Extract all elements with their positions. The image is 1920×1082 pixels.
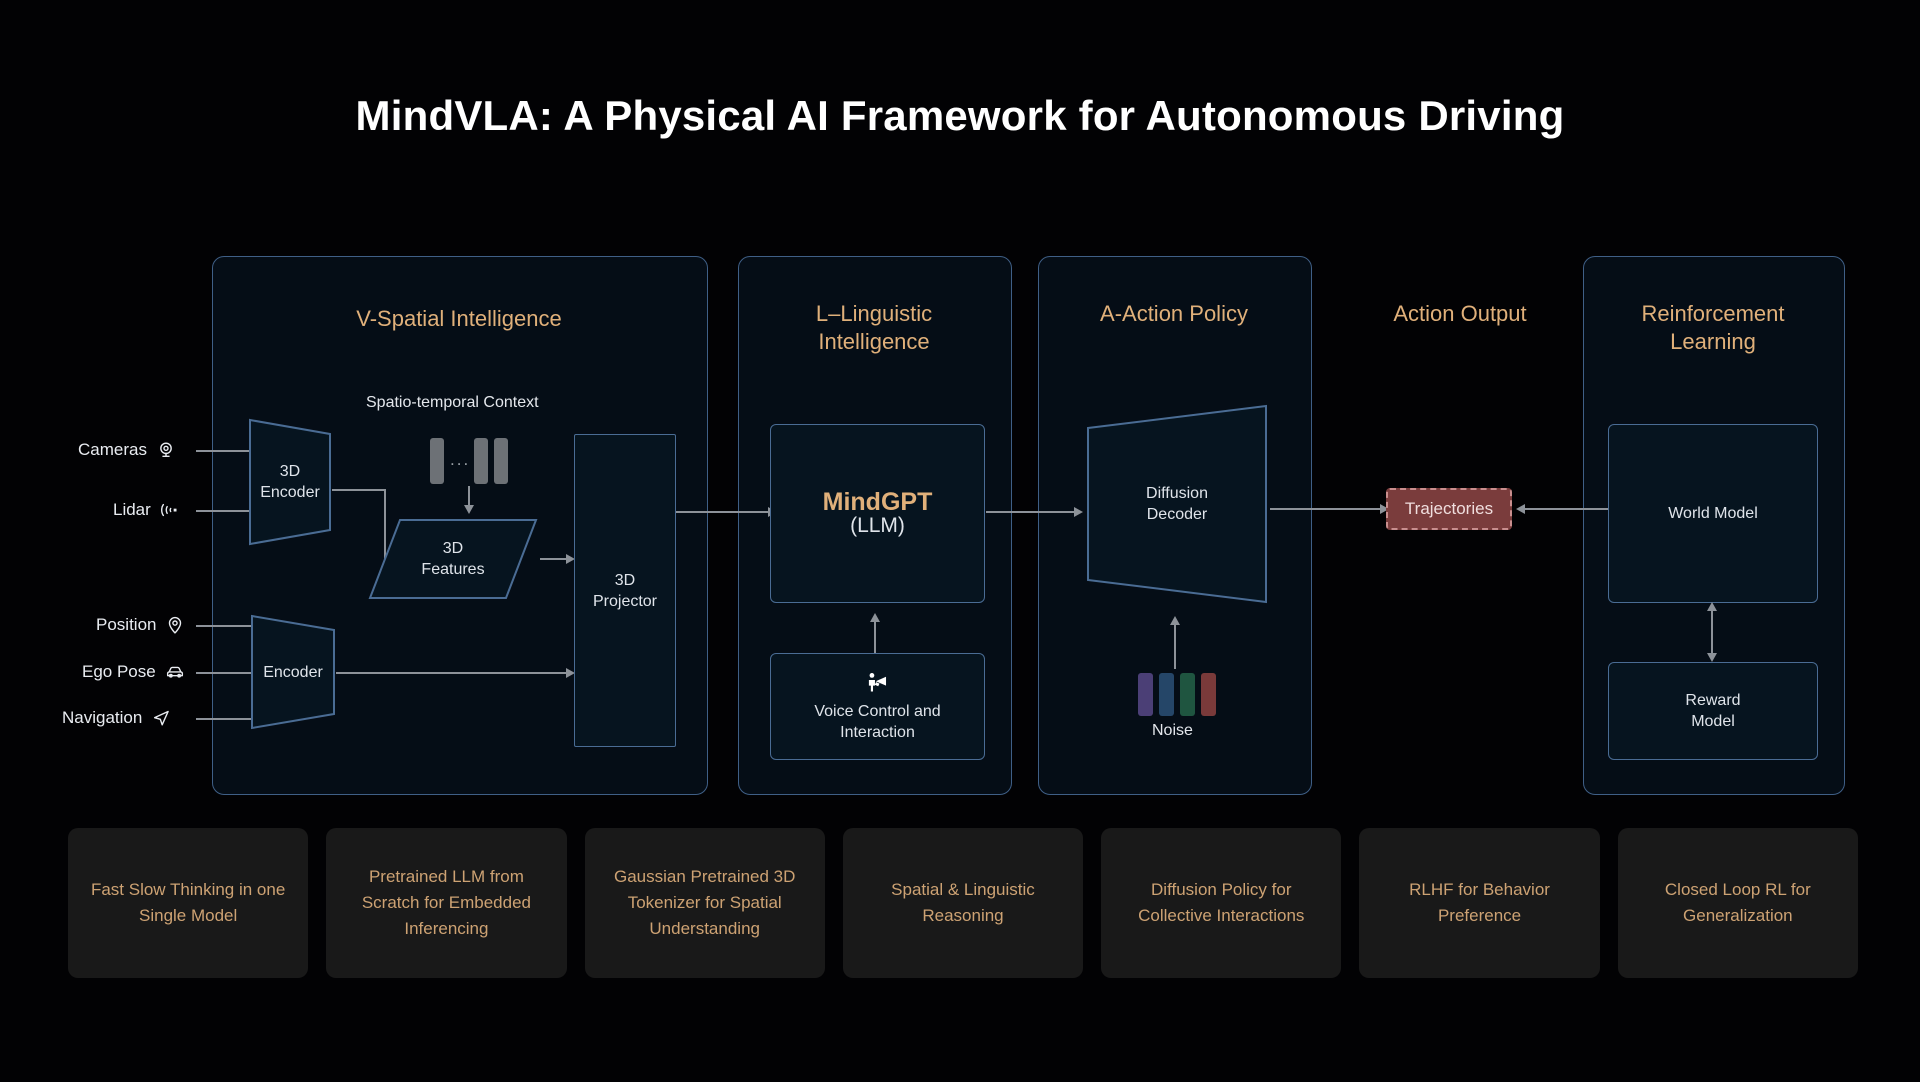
map-pin-icon xyxy=(169,616,182,634)
arrowhead-mindgpt-to-diffusion xyxy=(1074,506,1083,517)
feature-card[interactable]: Gaussian Pretrained 3D Tokenizer for Spa… xyxy=(584,828,825,978)
line-voice-to-mindgpt xyxy=(874,622,876,654)
reward-model-line1: Reward xyxy=(1685,692,1741,709)
car-icon xyxy=(166,666,183,678)
voice-control-label: Voice Control and Interaction xyxy=(814,701,940,743)
noise-bar-1 xyxy=(1138,673,1153,716)
line-diffusion-to-trajectories xyxy=(1270,508,1382,510)
label-noise: Noise xyxy=(1152,722,1193,739)
arrowhead-reward-to-world xyxy=(1706,602,1717,611)
node-diffusion-decoder: Diffusion Decoder xyxy=(1086,404,1268,604)
input-label-position: Position xyxy=(96,615,185,635)
node-3d-projector: 3D Projector xyxy=(574,434,676,747)
context-token-bar-1 xyxy=(430,438,444,484)
noise-bar-2 xyxy=(1159,673,1174,716)
feature-card[interactable]: Closed Loop RL for Generalization xyxy=(1617,828,1858,978)
reward-model-line2: Model xyxy=(1691,713,1735,730)
3d-encoder-label: 3D Encoder xyxy=(260,461,320,503)
feature-card-list: Fast Slow Thinking in one Single Model P… xyxy=(68,828,1858,978)
noise-bar-3 xyxy=(1180,673,1195,716)
panel-title-rl-line2: Learning xyxy=(1670,329,1756,354)
node-3d-encoder: 3D Encoder xyxy=(248,418,332,546)
node-mindgpt: MindGPT (LLM) xyxy=(770,424,985,603)
arrow-position-to-encoder xyxy=(196,625,258,627)
diagram-canvas: MindVLA: A Physical AI Framework for Aut… xyxy=(0,0,1920,1082)
3d-projector-line1: 3D xyxy=(614,571,636,589)
panel-title-action-output: Action Output xyxy=(1393,301,1527,326)
panel-title-a-action: A-Action Policy xyxy=(1100,301,1248,326)
line-noise-to-diffusion xyxy=(1174,625,1176,669)
arrowhead-context-to-features xyxy=(463,505,474,514)
context-token-bar-3 xyxy=(494,438,508,484)
lidar-icon xyxy=(160,503,177,517)
arrow-ego-pose-to-encoder xyxy=(196,672,258,674)
diffusion-decoder-line1: Diffusion xyxy=(1146,485,1208,502)
feature-card[interactable]: RLHF for Behavior Preference xyxy=(1359,828,1600,978)
diffusion-decoder-label: Diffusion Decoder xyxy=(1146,483,1208,525)
3d-features-line1: 3D xyxy=(442,540,464,557)
input-lidar-text: Lidar xyxy=(113,500,151,519)
input-cameras-text: Cameras xyxy=(78,440,147,459)
navigation-arrow-icon xyxy=(154,710,170,726)
feature-card[interactable]: Spatial & Linguistic Reasoning xyxy=(842,828,1084,978)
line-projector-to-mindgpt xyxy=(676,511,770,513)
mindgpt-sublabel: (LLM) xyxy=(850,513,905,537)
line-mindgpt-to-diffusion xyxy=(986,511,1076,513)
feature-card[interactable]: Pretrained LLM from Scratch for Embedded… xyxy=(326,828,567,978)
line-encoder-elbow-top xyxy=(332,489,386,491)
line-world-reward-bidirectional xyxy=(1711,611,1713,654)
megaphone-person-icon xyxy=(868,673,886,692)
input-label-cameras: Cameras xyxy=(78,440,176,460)
arrowhead-world-model-to-trajectories xyxy=(1516,503,1525,514)
feature-card[interactable]: Diffusion Policy for Collective Interact… xyxy=(1101,828,1342,978)
reward-model-label: Reward Model xyxy=(1685,690,1740,732)
diffusion-decoder-line2: Decoder xyxy=(1146,506,1208,523)
arrowhead-voice-to-mindgpt xyxy=(869,613,880,622)
node-reward-model: Reward Model xyxy=(1608,662,1818,760)
node-trajectories: Trajectories xyxy=(1386,488,1512,530)
noise-bar-4 xyxy=(1201,673,1216,716)
3d-projector-line2: Projector xyxy=(592,592,658,610)
panel-title-rl-line1: Reinforcement xyxy=(1641,301,1785,326)
arrowhead-world-to-reward xyxy=(1706,653,1717,662)
input-position-text: Position xyxy=(96,615,157,634)
node-voice-control: Voice Control and Interaction xyxy=(770,653,985,760)
node-encoder: Encoder xyxy=(250,614,336,730)
panel-title-l-linguistic-line2: Intelligence xyxy=(818,329,930,354)
input-label-navigation: Navigation xyxy=(62,708,171,728)
encoder-label: Encoder xyxy=(263,663,323,681)
panel-title-l-linguistic: L–Linguistic Intelligence xyxy=(738,300,1010,356)
label-spatio-temporal-context: Spatio-temporal Context xyxy=(366,394,539,411)
mindgpt-label: MindGPT xyxy=(822,487,933,516)
panel-title-reinforcement-learning: Reinforcement Learning xyxy=(1583,300,1843,356)
voice-control-line1: Voice Control and xyxy=(814,703,941,720)
line-encoder-to-projector xyxy=(336,672,568,674)
voice-control-line2: Interaction xyxy=(840,724,915,741)
feature-card[interactable]: Fast Slow Thinking in one Single Model xyxy=(68,828,309,978)
node-3d-features: 3D Features xyxy=(368,518,538,600)
3d-features-line2: Features xyxy=(421,561,485,578)
input-ego-pose-text: Ego Pose xyxy=(82,662,156,681)
panel-title-v-spatial: V-Spatial Intelligence xyxy=(356,306,562,331)
input-label-lidar: Lidar xyxy=(113,500,180,520)
context-token-bar-2 xyxy=(474,438,488,484)
3d-projector-label: 3D Projector xyxy=(593,570,657,612)
input-navigation-text: Navigation xyxy=(62,708,143,727)
3d-encoder-line2: Encoder xyxy=(260,484,320,501)
3d-encoder-line1: 3D xyxy=(279,463,301,480)
panel-title-l-linguistic-line1: L–Linguistic xyxy=(815,301,933,326)
camera-icon xyxy=(160,442,172,458)
page-title: MindVLA: A Physical AI Framework for Aut… xyxy=(355,92,1565,139)
context-token-ellipsis: ... xyxy=(450,450,471,469)
node-world-model: World Model xyxy=(1608,424,1818,603)
3d-features-label: 3D Features xyxy=(421,538,484,580)
line-features-to-projector xyxy=(540,558,568,560)
arrow-navigation-to-encoder xyxy=(196,718,258,720)
input-label-ego-pose: Ego Pose xyxy=(82,662,185,682)
arrowhead-noise-to-diffusion xyxy=(1169,616,1180,625)
